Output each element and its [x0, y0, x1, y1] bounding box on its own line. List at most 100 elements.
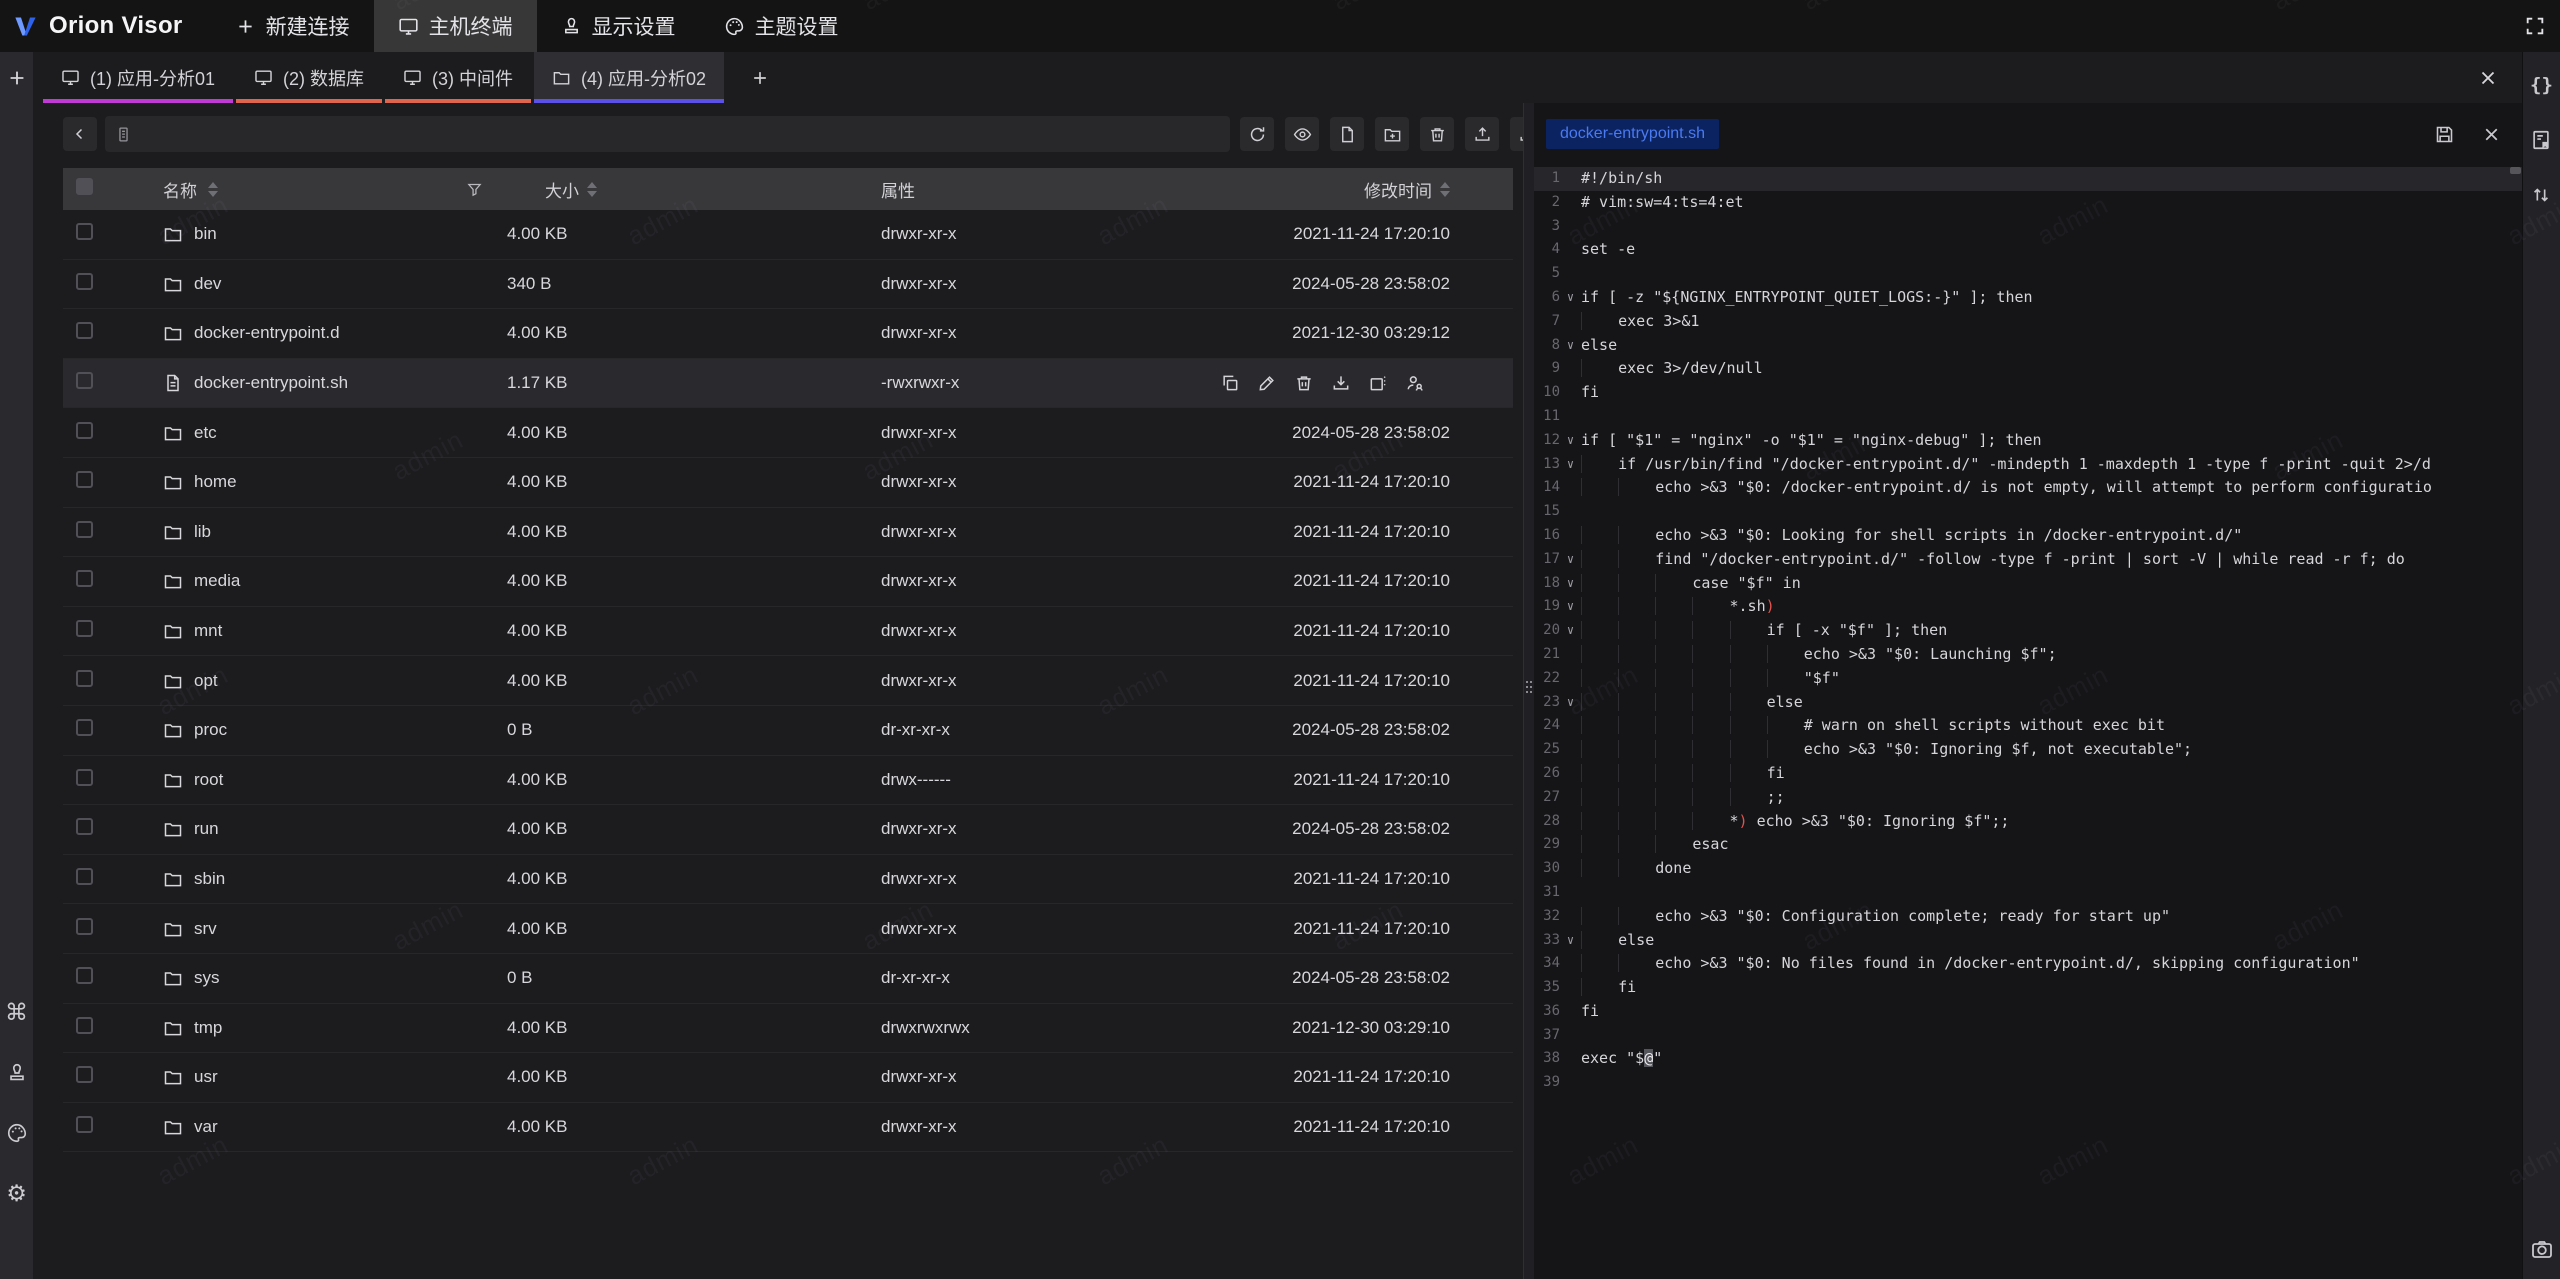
sort-carets-icon[interactable]: [587, 182, 597, 197]
file-row-opt[interactable]: opt4.00 KBdrwxr-xr-x2021-11-24 17:20:10: [63, 656, 1513, 706]
fold-chevron-icon[interactable]: ∨: [1560, 929, 1581, 953]
fold-chevron-icon[interactable]: ∨: [1560, 429, 1581, 453]
line-number: 12: [1534, 429, 1560, 453]
delete-button[interactable]: [1420, 117, 1454, 151]
column-header-name[interactable]: 名称: [110, 177, 505, 202]
file-row-lib[interactable]: lib4.00 KBdrwxr-xr-x2021-11-24 17:20:10: [63, 508, 1513, 558]
row-checkbox[interactable]: [63, 570, 110, 592]
permission-icon[interactable]: [1405, 373, 1425, 393]
drag-handle-icon[interactable]: [1526, 681, 1528, 683]
row-checkbox[interactable]: [63, 670, 110, 692]
menu-theme-settings[interactable]: 主题设置: [700, 0, 863, 52]
menu-new-connection[interactable]: 新建连接: [211, 0, 374, 52]
file-row-dev[interactable]: dev340 Bdrwxr-xr-x2024-05-28 23:58:02: [63, 260, 1513, 310]
file-row-run[interactable]: run4.00 KBdrwxr-xr-x2024-05-28 23:58:02: [63, 805, 1513, 855]
menu-display-settings[interactable]: 显示设置: [537, 0, 700, 52]
menu-host-terminal[interactable]: 主机终端: [374, 0, 537, 52]
file-row-docker-entrypoint.sh[interactable]: docker-entrypoint.sh1.17 KB-rwxrwxr-x: [63, 359, 1513, 409]
move-icon[interactable]: [1368, 373, 1388, 393]
line-number: 34: [1534, 952, 1560, 976]
display-settings-icon[interactable]: [6, 1062, 28, 1084]
tab-middleware[interactable]: (3) 中间件: [385, 52, 531, 103]
delete-icon[interactable]: [1294, 373, 1314, 393]
row-checkbox[interactable]: [63, 918, 110, 940]
row-checkbox[interactable]: [63, 769, 110, 791]
close-panel-button[interactable]: [2477, 67, 2499, 89]
row-checkbox[interactable]: [63, 521, 110, 543]
braces-icon[interactable]: {}: [2530, 74, 2553, 96]
refresh-button[interactable]: [1240, 117, 1274, 151]
editor-scrollbar-thumb[interactable]: [2510, 167, 2521, 174]
row-checkbox[interactable]: [63, 1116, 110, 1138]
file-row-media[interactable]: media4.00 KBdrwxr-xr-x2021-11-24 17:20:1…: [63, 557, 1513, 607]
download-icon[interactable]: [1331, 373, 1351, 393]
tab-app-analysis-01[interactable]: (1) 应用-分析01: [43, 52, 233, 103]
command-icon[interactable]: ⌘: [5, 1001, 28, 1024]
new-file-button[interactable]: [1330, 117, 1364, 151]
fullscreen-icon[interactable]: [2520, 11, 2550, 41]
sort-carets-icon[interactable]: [1440, 182, 1450, 197]
fold-chevron-icon[interactable]: ∨: [1560, 548, 1581, 572]
new-connection-plus-icon[interactable]: [6, 67, 28, 89]
back-button[interactable]: [63, 117, 97, 151]
row-checkbox[interactable]: [63, 1017, 110, 1039]
code-line: 10fi: [1534, 381, 2523, 405]
tab-app-analysis-02[interactable]: (4) 应用-分析02: [534, 52, 724, 103]
sort-arrows-icon[interactable]: [2530, 184, 2552, 206]
fold-chevron-icon[interactable]: ∨: [1560, 595, 1581, 619]
file-row-var[interactable]: var4.00 KBdrwxr-xr-x2021-11-24 17:20:10: [63, 1103, 1513, 1153]
file-row-home[interactable]: home4.00 KBdrwxr-xr-x2021-11-24 17:20:10: [63, 458, 1513, 508]
close-editor-icon[interactable]: [2477, 120, 2505, 148]
fold-chevron-icon[interactable]: ∨: [1560, 691, 1581, 715]
file-row-tmp[interactable]: tmp4.00 KBdrwxrwxrwx2021-12-30 03:29:10: [63, 1004, 1513, 1054]
new-folder-button[interactable]: [1375, 117, 1409, 151]
preview-button[interactable]: [1285, 117, 1319, 151]
file-row-sbin[interactable]: sbin4.00 KBdrwxr-xr-x2021-11-24 17:20:10: [63, 855, 1513, 905]
camera-icon[interactable]: [2530, 1237, 2554, 1261]
file-row-srv[interactable]: srv4.00 KBdrwxr-xr-x2021-11-24 17:20:10: [63, 904, 1513, 954]
fold-chevron-icon[interactable]: ∨: [1560, 453, 1581, 477]
row-checkbox[interactable]: [63, 1066, 110, 1088]
row-checkbox[interactable]: [63, 471, 110, 493]
code-editor[interactable]: 1#!/bin/sh2# vim:sw=4:ts=4:et34set -e56∨…: [1534, 165, 2523, 1279]
file-row-docker-entrypoint.d[interactable]: docker-entrypoint.d4.00 KBdrwxr-xr-x2021…: [63, 309, 1513, 359]
row-checkbox[interactable]: [63, 273, 110, 295]
fold-chevron-icon[interactable]: ∨: [1560, 286, 1581, 310]
file-row-sys[interactable]: sys0 Bdr-xr-xr-x2024-05-28 23:58:02: [63, 954, 1513, 1004]
path-input[interactable]: [105, 116, 1230, 152]
filter-funnel-icon[interactable]: [466, 181, 483, 198]
row-checkbox[interactable]: [63, 422, 110, 444]
fold-chevron-icon[interactable]: ∨: [1560, 619, 1581, 643]
column-header-mtime[interactable]: 修改时间: [1220, 177, 1513, 202]
fold-chevron-icon[interactable]: ∨: [1560, 334, 1581, 358]
row-checkbox[interactable]: [63, 322, 110, 344]
row-checkbox[interactable]: [63, 818, 110, 840]
select-all-checkbox[interactable]: [63, 178, 110, 200]
file-bookmark-icon[interactable]: [2530, 129, 2552, 151]
file-row-root[interactable]: root4.00 KBdrwx------2021-11-24 17:20:10: [63, 756, 1513, 806]
fold-chevron-icon[interactable]: ∨: [1560, 572, 1581, 596]
row-checkbox[interactable]: [63, 868, 110, 890]
edit-icon[interactable]: [1257, 373, 1277, 393]
file-row-etc[interactable]: etc4.00 KBdrwxr-xr-x2024-05-28 23:58:02: [63, 408, 1513, 458]
sort-carets-icon[interactable]: [208, 182, 218, 197]
file-row-proc[interactable]: proc0 Bdr-xr-xr-x2024-05-28 23:58:02: [63, 706, 1513, 756]
upload-button[interactable]: [1465, 117, 1499, 151]
copy-icon[interactable]: [1220, 373, 1240, 393]
row-checkbox[interactable]: [63, 223, 110, 245]
file-row-usr[interactable]: usr4.00 KBdrwxr-xr-x2021-11-24 17:20:10: [63, 1053, 1513, 1103]
file-row-mnt[interactable]: mnt4.00 KBdrwxr-xr-x2021-11-24 17:20:10: [63, 607, 1513, 657]
new-tab-button[interactable]: [734, 52, 786, 103]
tab-database[interactable]: (2) 数据库: [236, 52, 382, 103]
row-checkbox[interactable]: [63, 719, 110, 741]
row-checkbox[interactable]: [63, 372, 110, 394]
editor-file-tab[interactable]: docker-entrypoint.sh: [1546, 119, 1719, 149]
theme-palette-icon[interactable]: [6, 1122, 28, 1144]
panel-resize-divider[interactable]: [1523, 103, 1534, 1279]
row-checkbox[interactable]: [63, 967, 110, 989]
settings-gear-icon[interactable]: ⚙: [6, 1182, 27, 1205]
row-checkbox[interactable]: [63, 620, 110, 642]
column-header-size[interactable]: 大小: [505, 177, 875, 202]
file-row-bin[interactable]: bin4.00 KBdrwxr-xr-x2021-11-24 17:20:10: [63, 210, 1513, 260]
save-file-icon[interactable]: [2430, 120, 2458, 148]
